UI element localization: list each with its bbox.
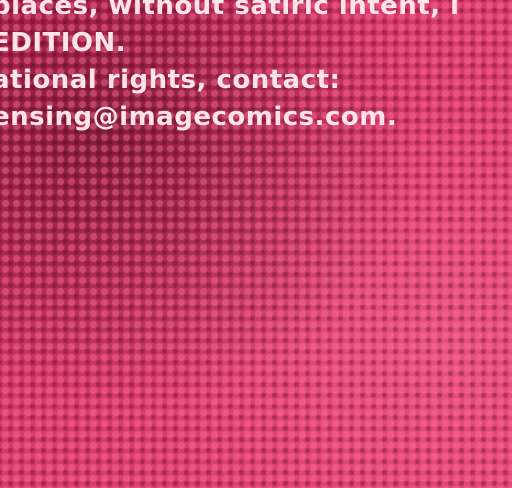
legal-line-1: places, without satiric intent, i	[0, 0, 460, 21]
legal-line-3: ational rights, contact:	[0, 65, 341, 95]
legal-line-4: ensing@imagecomics.com.	[0, 102, 398, 132]
document-page: places, without satiric intent, i EDITIO…	[0, 0, 512, 488]
legal-line-2: EDITION.	[0, 28, 127, 58]
legal-text-block: places, without satiric intent, i EDITIO…	[0, 0, 512, 136]
